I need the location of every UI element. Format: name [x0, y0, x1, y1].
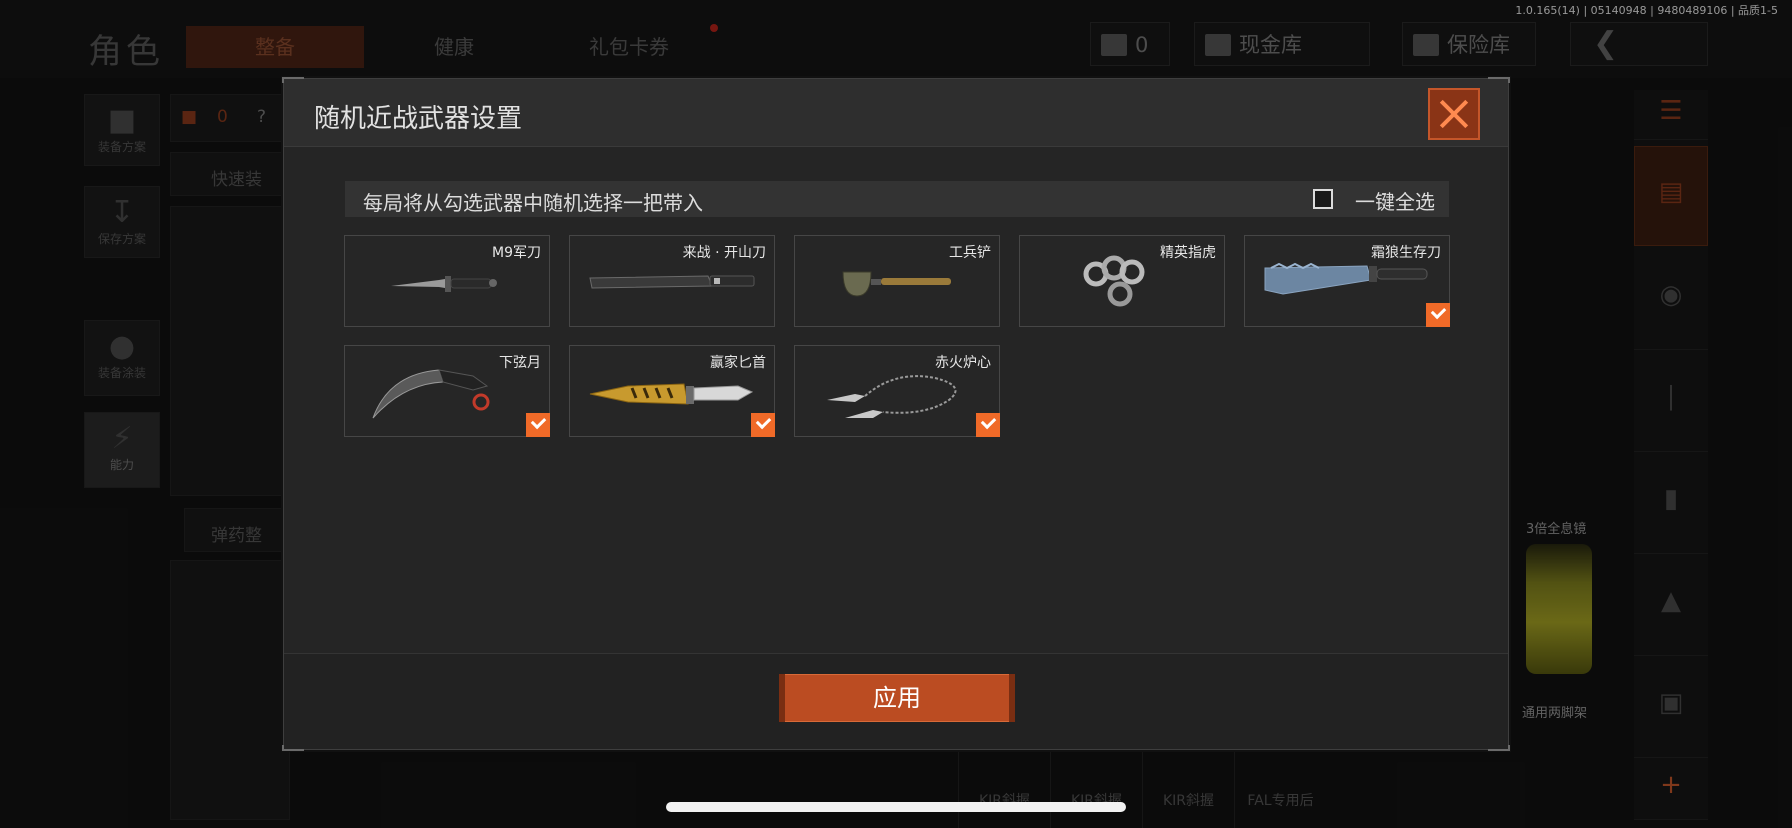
survival-knife-icon: [1264, 262, 1428, 295]
checkbox-checked-icon[interactable]: [976, 413, 1000, 437]
dialog-footer: 应用: [284, 653, 1508, 749]
random-melee-settings-dialog: 随机近战武器设置 每局将从勾选武器中随机选择一把带入 一键全选 M9军刀 来战 …: [282, 77, 1510, 751]
dialog-header: 随机近战武器设置: [284, 79, 1508, 147]
weapon-card-winner-dagger[interactable]: 赢家匕首: [569, 345, 775, 437]
gold-dagger-icon: [589, 383, 754, 405]
apply-button[interactable]: 应用: [779, 674, 1015, 722]
weapon-card-red-fire-core[interactable]: 赤火炉心: [794, 345, 1000, 437]
select-all-label: 一键全选: [1355, 190, 1435, 214]
shovel-icon: [842, 271, 951, 297]
checkbox-icon: [1313, 189, 1333, 209]
weapon-card-m9-bayonet[interactable]: M9军刀: [344, 235, 550, 327]
game-screen: 1.0.165(14) | 05140948 | 9480489106 | 品质…: [0, 0, 1792, 828]
checkbox-checked-icon[interactable]: [751, 413, 775, 437]
home-indicator[interactable]: [666, 802, 1126, 812]
weapon-card-karambit[interactable]: 下弦月: [344, 345, 550, 437]
weapon-card-shovel[interactable]: 工兵铲: [794, 235, 1000, 327]
weapon-card-frostwolf-knife[interactable]: 霜狼生存刀: [1244, 235, 1450, 327]
select-all-checkbox[interactable]: 一键全选: [1313, 186, 1435, 214]
weapon-name: 精英指虎: [1160, 245, 1216, 261]
weapon-name: 工兵铲: [949, 245, 991, 261]
info-text: 每局将从勾选武器中随机选择一把带入: [363, 191, 703, 215]
brass-knuckles-icon: [1083, 255, 1145, 307]
weapon-name: 霜狼生存刀: [1371, 245, 1441, 261]
dialog-title: 随机近战武器设置: [314, 104, 523, 134]
chain-blades-icon: [827, 375, 957, 418]
weapon-name: 来战 · 开山刀: [682, 245, 766, 261]
karambit-icon: [372, 369, 490, 419]
close-button[interactable]: [1428, 88, 1480, 140]
weapon-card-machete[interactable]: 来战 · 开山刀: [569, 235, 775, 327]
checkbox-checked-icon[interactable]: [1426, 303, 1450, 327]
weapon-card-brass-knuckles[interactable]: 精英指虎: [1019, 235, 1225, 327]
bayonet-knife-icon: [391, 276, 497, 292]
weapon-name: M9军刀: [492, 245, 541, 261]
machete-icon: [589, 275, 755, 289]
checkbox-checked-icon[interactable]: [526, 413, 550, 437]
weapon-name: 赢家匕首: [710, 355, 766, 371]
weapon-grid: M9军刀 来战 · 开山刀 工兵铲 精英指虎 霜狼生存刀 下弦月 赢家匕首 赤火…: [344, 235, 1454, 437]
info-bar: 每局将从勾选武器中随机选择一把带入 一键全选: [345, 181, 1449, 217]
